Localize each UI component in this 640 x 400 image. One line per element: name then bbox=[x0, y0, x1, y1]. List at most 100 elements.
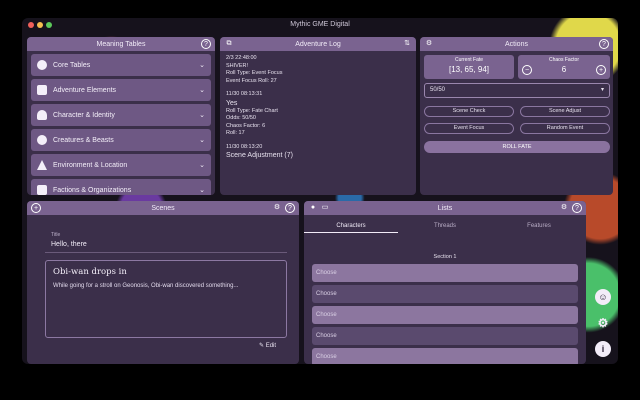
log-timestamp: 11/30 08:13:31 bbox=[226, 91, 263, 97]
group-icon bbox=[37, 185, 47, 195]
scenes-title: Scenes bbox=[151, 204, 175, 212]
window-titlebar: Mythic GME Digital bbox=[22, 18, 618, 32]
app-window: Mythic GME Digital Meaning Tables ? Core… bbox=[22, 18, 618, 364]
log-headline: SHIVER! bbox=[226, 62, 249, 69]
copy-icon[interactable]: ⧉ bbox=[224, 39, 234, 49]
log-timestamp: 2/3 22:48:00 bbox=[226, 55, 257, 61]
adventure-log-header: ⧉ Adventure Log ⇅ bbox=[220, 37, 416, 51]
mountain-icon bbox=[37, 160, 47, 170]
note-icon[interactable]: ▭ bbox=[320, 203, 330, 213]
meaning-table-factions-organizations[interactable]: Factions & Organizations ⌄ bbox=[31, 179, 211, 195]
window-title: Mythic GME Digital bbox=[290, 21, 350, 28]
log-line: Roll Type: Event Focus bbox=[226, 70, 283, 76]
choose-slot[interactable]: Choose bbox=[312, 306, 578, 324]
decrease-chaos-button[interactable]: − bbox=[522, 65, 532, 75]
tab-threads[interactable]: Threads bbox=[398, 219, 492, 233]
adventure-log-panel: ⧉ Adventure Log ⇅ 2/3 22:48:00 SHIVER! R… bbox=[220, 37, 416, 195]
chevron-down-icon: ⌄ bbox=[199, 187, 205, 194]
edit-button[interactable]: ✎ Edit bbox=[259, 342, 276, 349]
chevron-down-icon: ⌄ bbox=[199, 112, 205, 119]
meaning-tables-header: Meaning Tables ? bbox=[27, 37, 215, 51]
scene-title-value: Hello, there bbox=[51, 241, 87, 248]
help-icon[interactable]: ? bbox=[572, 203, 582, 213]
actions-panel: ⚙ Actions ? Current Fate [13, 65, 94] Ch… bbox=[420, 37, 613, 195]
actions-header: ⚙ Actions ? bbox=[420, 37, 613, 51]
adventure-log-list: 2/3 22:48:00 SHIVER! Roll Type: Event Fo… bbox=[220, 51, 416, 170]
increase-chaos-button[interactable]: + bbox=[596, 65, 606, 75]
log-timestamp: 11/30 08:13:20 bbox=[226, 143, 263, 150]
sort-icon[interactable]: ⇅ bbox=[402, 39, 412, 49]
log-line: Odds: 50/50 bbox=[226, 115, 256, 121]
chevron-down-icon: ⌄ bbox=[199, 87, 205, 94]
help-icon[interactable]: ? bbox=[599, 39, 609, 49]
actions-title: Actions bbox=[505, 40, 528, 48]
meaning-table-label: Environment & Location bbox=[53, 161, 128, 169]
log-entry: 11/30 08:13:31 Yes Roll Type: Fate Chart… bbox=[226, 91, 410, 138]
tab-characters[interactable]: Characters bbox=[304, 219, 398, 233]
help-icon[interactable]: ? bbox=[285, 203, 295, 213]
scroll-icon bbox=[37, 85, 47, 95]
dice-icon bbox=[37, 60, 47, 70]
scene-title-field[interactable]: Title Hello, there bbox=[45, 232, 287, 253]
scene-card-title: Obi-wan drops in bbox=[53, 267, 127, 277]
roll-fate-button[interactable]: ROLL FATE bbox=[424, 141, 610, 153]
log-entry: 11/30 08:13:20 Scene Adjustment (7) bbox=[226, 144, 410, 161]
odds-select[interactable]: 50/50 ▾ bbox=[424, 83, 610, 98]
meaning-table-adventure-elements[interactable]: Adventure Elements ⌄ bbox=[31, 79, 211, 101]
meaning-table-label: Core Tables bbox=[53, 61, 91, 69]
random-event-button[interactable]: Random Event bbox=[520, 123, 610, 134]
log-entry: 2/3 22:48:00 SHIVER! Roll Type: Event Fo… bbox=[226, 55, 410, 85]
log-headline: Yes bbox=[226, 99, 238, 107]
chevron-down-icon: ⌄ bbox=[199, 137, 205, 144]
tab-features[interactable]: Features bbox=[492, 219, 586, 233]
scene-title-label: Title bbox=[51, 232, 61, 238]
current-fate-box: Current Fate [13, 65, 94] bbox=[424, 55, 514, 79]
meaning-table-environment-location[interactable]: Environment & Location ⌄ bbox=[31, 154, 211, 176]
close-window-button[interactable] bbox=[28, 22, 34, 28]
event-focus-button[interactable]: Event Focus bbox=[424, 123, 514, 134]
scenes-header: + Scenes ⚙ ? bbox=[27, 201, 299, 215]
log-line: Roll: 17 bbox=[226, 130, 245, 136]
choose-slot[interactable]: Choose bbox=[312, 348, 578, 364]
meaning-table-label: Creatures & Beasts bbox=[53, 136, 114, 144]
help-icon[interactable]: ? bbox=[201, 39, 211, 49]
maximize-window-button[interactable] bbox=[46, 22, 52, 28]
meaning-table-creatures-beasts[interactable]: Creatures & Beasts ⌄ bbox=[31, 129, 211, 151]
scene-card[interactable]: Obi-wan drops in While going for a strol… bbox=[45, 260, 287, 338]
choose-slot[interactable]: Choose bbox=[312, 285, 578, 303]
info-icon[interactable]: i bbox=[595, 341, 611, 357]
chevron-down-icon: ⌄ bbox=[199, 62, 205, 69]
gear-icon[interactable]: ⚙ bbox=[272, 203, 282, 213]
minimize-window-button[interactable] bbox=[37, 22, 43, 28]
edit-icon: ✎ bbox=[259, 343, 265, 349]
choose-slot[interactable]: Choose bbox=[312, 264, 578, 282]
settings-gear-icon[interactable]: ⚙ bbox=[595, 315, 611, 331]
chaos-factor-label: Chaos Factor bbox=[548, 57, 579, 63]
adventure-log-title: Adventure Log bbox=[295, 40, 341, 48]
meaning-table-core-tables[interactable]: Core Tables ⌄ bbox=[31, 54, 211, 76]
gear-icon[interactable]: ⚙ bbox=[424, 39, 434, 49]
scenes-panel: + Scenes ⚙ ? Title Hello, there Obi-wan … bbox=[27, 201, 299, 364]
scene-card-body: While going for a stroll on Geonosis, Ob… bbox=[53, 283, 239, 289]
meaning-table-label: Adventure Elements bbox=[53, 86, 117, 94]
chevron-down-icon: ⌄ bbox=[199, 162, 205, 169]
lists-panel: ● ▭ Lists ⚙ ? Characters Threads Feature… bbox=[304, 201, 586, 364]
lists-title: Lists bbox=[437, 204, 453, 212]
current-fate-label: Current Fate bbox=[454, 57, 484, 63]
meaning-table-label: Character & Identity bbox=[53, 111, 115, 119]
gear-icon[interactable]: ⚙ bbox=[559, 203, 569, 213]
add-icon[interactable]: + bbox=[31, 203, 41, 213]
log-line: Roll Type: Fate Chart bbox=[226, 107, 278, 114]
scene-adjust-button[interactable]: Scene Adjust bbox=[520, 106, 610, 117]
chat-icon[interactable]: ● bbox=[308, 203, 318, 213]
paw-icon bbox=[37, 135, 47, 145]
meaning-table-character-identity[interactable]: Character & Identity ⌄ bbox=[31, 104, 211, 126]
edit-label: Edit bbox=[265, 343, 277, 349]
log-line: Chaos Factor: 6 bbox=[226, 122, 266, 129]
meaning-table-label: Factions & Organizations bbox=[53, 186, 132, 194]
odds-selected-value: 50/50 bbox=[430, 87, 446, 93]
theme-icon[interactable]: ☺ bbox=[595, 289, 611, 305]
choose-slot[interactable]: Choose bbox=[312, 327, 578, 345]
log-headline: Scene Adjustment (7) bbox=[226, 152, 293, 159]
scene-check-button[interactable]: Scene Check bbox=[424, 106, 514, 117]
